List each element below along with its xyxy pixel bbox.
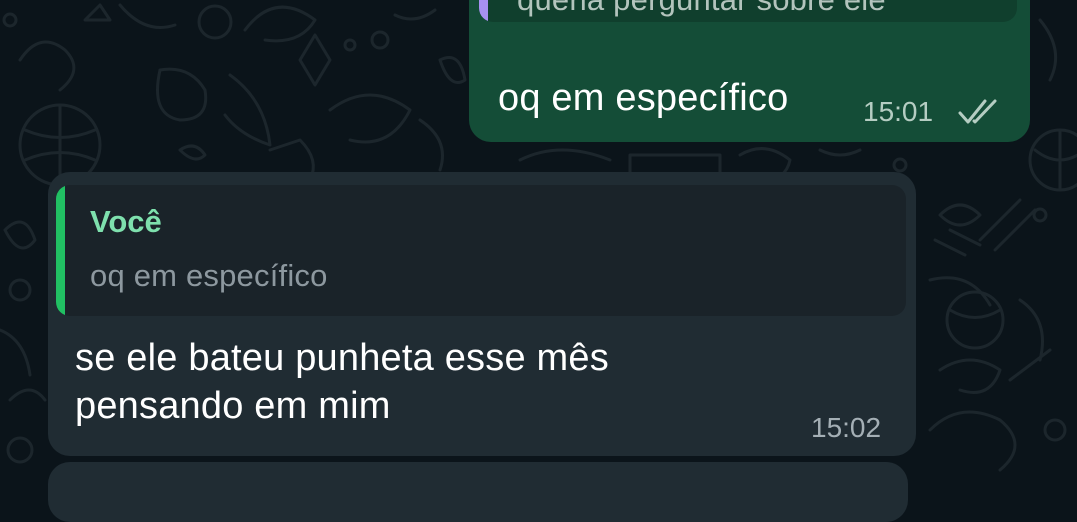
quoted-message[interactable]: Você oq em específico <box>56 185 906 316</box>
quote-accent-bar <box>479 0 488 22</box>
quoted-message-text: oq em específico <box>90 258 328 293</box>
message-timestamp: 15:02 <box>811 412 882 443</box>
next-message-bubble[interactable] <box>48 462 908 522</box>
message-text: se ele bateu punheta esse mês pensando e… <box>75 334 775 430</box>
message-text-line: se ele bateu punheta esse mês <box>75 337 609 379</box>
quoted-message[interactable]: queria perguntar sobre ele <box>479 0 1017 22</box>
message-text-line: pensando em mim <box>75 385 391 427</box>
quoted-message-text: queria perguntar sobre ele <box>517 0 886 19</box>
message-timestamp: 15:01 <box>863 96 934 127</box>
quoted-message-author: Você <box>90 204 162 239</box>
message-text: oq em específico <box>498 77 789 119</box>
outgoing-message-bubble[interactable]: queria perguntar sobre ele oq em específ… <box>469 0 1030 142</box>
double-check-icon <box>958 99 997 124</box>
incoming-message-bubble[interactable]: Você oq em específico se ele bateu punhe… <box>48 172 916 456</box>
quote-accent-bar <box>56 185 65 316</box>
